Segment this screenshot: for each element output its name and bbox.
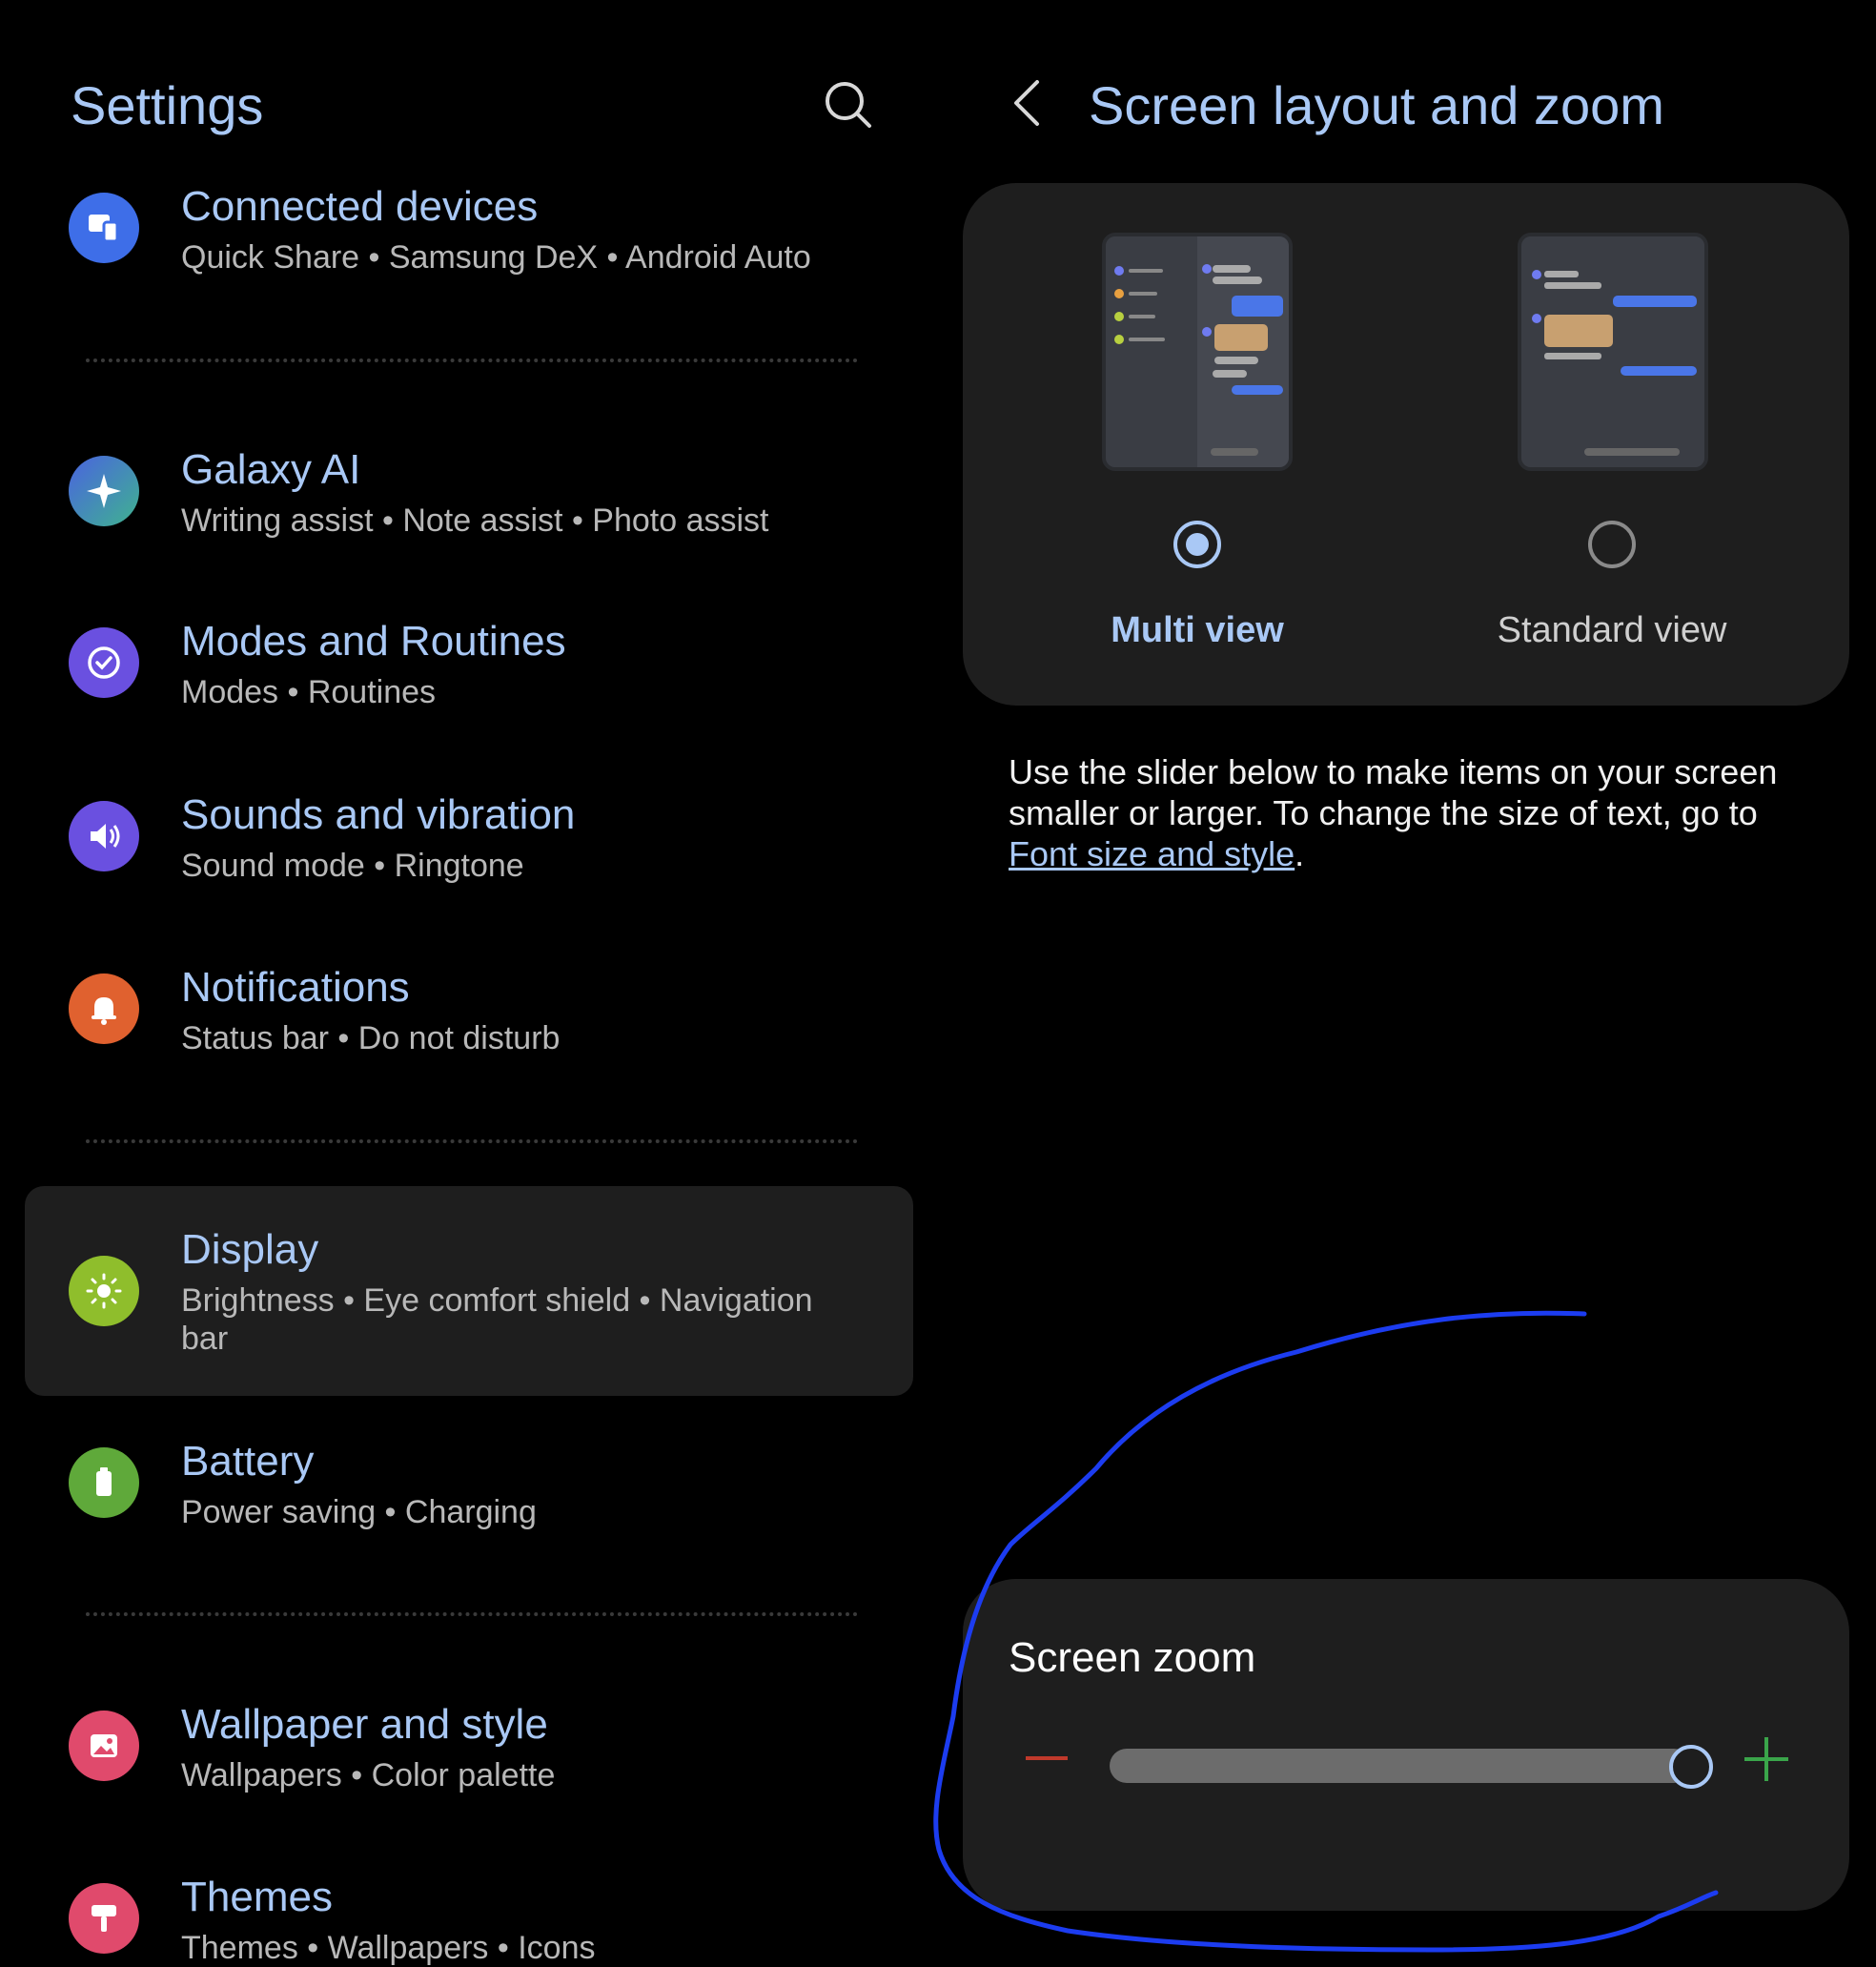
check-circle-icon: [69, 627, 139, 698]
item-title: Wallpaper and style: [181, 1701, 548, 1748]
item-title: Battery: [181, 1438, 315, 1485]
item-subtitle: Quick Share • Samsung DeX • Android Auto: [181, 239, 811, 276]
speaker-icon: [69, 801, 139, 871]
divider: [86, 359, 858, 362]
settings-item-battery[interactable]: Battery Power saving • Charging: [25, 1430, 913, 1564]
zoom-slider-track[interactable]: [1110, 1749, 1691, 1783]
description-end: .: [1295, 834, 1305, 873]
zoom-in-icon[interactable]: [1743, 1735, 1790, 1783]
settings-item-connected-devices[interactable]: Connected devices Quick Share • Samsung …: [25, 172, 913, 305]
settings-title: Settings: [71, 75, 264, 135]
sun-icon: [69, 1256, 139, 1326]
view-mode-card: Multi view Standard view: [963, 183, 1849, 706]
screen-zoom-card: Screen zoom: [963, 1579, 1849, 1911]
brush-icon: [69, 1883, 139, 1954]
item-subtitle: Status bar • Do not disturb: [181, 1020, 561, 1056]
item-subtitle: Wallpapers • Color palette: [181, 1757, 556, 1793]
settings-item-modes-routines[interactable]: Modes and Routines Modes • Routines: [25, 610, 913, 744]
item-title: Modes and Routines: [181, 618, 566, 665]
description-text: Use the slider below to make items on yo…: [1009, 752, 1778, 832]
zoom-slider-thumb[interactable]: [1669, 1745, 1713, 1789]
item-title: Display: [181, 1226, 319, 1273]
settings-item-themes[interactable]: Themes Themes • Wallpapers • Icons: [25, 1874, 913, 1966]
item-subtitle: Sound mode • Ringtone: [181, 848, 524, 884]
standard-view-radio[interactable]: [1588, 521, 1636, 568]
standard-view-preview[interactable]: [1518, 233, 1708, 471]
item-title: Notifications: [181, 964, 410, 1011]
font-size-link[interactable]: Font size and style: [1009, 834, 1295, 873]
multi-view-radio[interactable]: [1173, 521, 1221, 568]
standard-view-label[interactable]: Standard view: [1421, 610, 1803, 651]
zoom-out-icon[interactable]: [1024, 1739, 1070, 1777]
multi-view-label[interactable]: Multi view: [1007, 610, 1388, 651]
connected-devices-icon: [69, 193, 139, 263]
item-title: Themes: [181, 1874, 333, 1920]
sparkle-icon: [69, 456, 139, 526]
page-title: Screen layout and zoom: [1089, 75, 1664, 135]
search-icon[interactable]: [820, 76, 877, 133]
item-subtitle: Modes • Routines: [181, 674, 437, 710]
bell-icon: [69, 973, 139, 1044]
item-title: Sounds and vibration: [181, 791, 576, 838]
settings-pane: Settings Connected devices Quick Share •…: [0, 0, 934, 1966]
divider: [86, 1139, 858, 1143]
settings-item-wallpaper[interactable]: Wallpaper and style Wallpapers • Color p…: [25, 1701, 913, 1834]
settings-item-notifications[interactable]: Notifications Status bar • Do not distur…: [25, 956, 913, 1090]
divider: [86, 1612, 858, 1616]
zoom-description: Use the slider below to make items on yo…: [1009, 751, 1828, 874]
multi-view-preview[interactable]: [1102, 233, 1293, 471]
item-subtitle: Themes • Wallpapers • Icons: [181, 1930, 596, 1966]
item-subtitle: Brightness • Eye comfort shield • Naviga…: [181, 1282, 813, 1357]
item-subtitle: Writing assist • Note assist • Photo ass…: [181, 502, 769, 539]
settings-item-galaxy-ai[interactable]: Galaxy AI Writing assist • Note assist •…: [25, 439, 913, 572]
battery-icon: [69, 1447, 139, 1518]
item-subtitle: Power saving • Charging: [181, 1494, 537, 1530]
back-icon[interactable]: [1003, 74, 1050, 132]
item-title: Galaxy AI: [181, 446, 361, 493]
item-title: Connected devices: [181, 183, 539, 230]
settings-item-display[interactable]: Display Brightness • Eye comfort shield …: [25, 1186, 913, 1396]
screen-zoom-title: Screen zoom: [1009, 1634, 1256, 1681]
image-icon: [69, 1711, 139, 1781]
settings-item-sounds[interactable]: Sounds and vibration Sound mode • Ringto…: [25, 784, 913, 917]
